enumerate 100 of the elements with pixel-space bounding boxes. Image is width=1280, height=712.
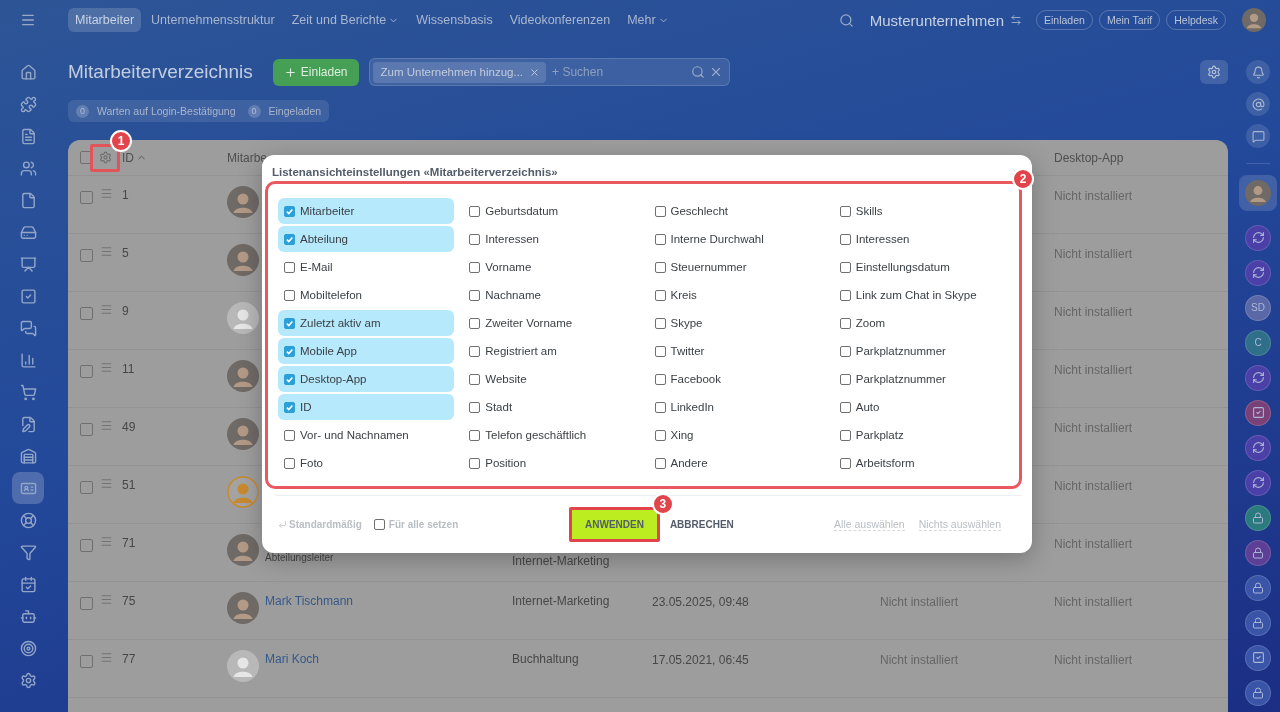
column-option[interactable]: Mitarbeiter bbox=[278, 198, 454, 224]
circular-arrows-icon[interactable] bbox=[1245, 434, 1271, 461]
checkbox[interactable] bbox=[654, 457, 666, 469]
apply-button[interactable]: ANWENDEN bbox=[569, 507, 660, 542]
checkbox[interactable] bbox=[654, 261, 666, 273]
column-option[interactable]: Parkplatz bbox=[833, 422, 1010, 448]
column-option[interactable]: Skype bbox=[648, 310, 825, 336]
lock-icon[interactable] bbox=[1245, 504, 1271, 531]
checkbox[interactable] bbox=[654, 289, 666, 301]
column-option[interactable]: E-Mail bbox=[278, 254, 454, 280]
checkbox[interactable] bbox=[654, 317, 666, 329]
checkbox[interactable] bbox=[469, 457, 481, 469]
checkbox[interactable] bbox=[284, 261, 295, 273]
circular-arrows-icon[interactable] bbox=[1245, 469, 1271, 496]
column-option[interactable]: Abteilung bbox=[278, 226, 454, 252]
menu-icon[interactable] bbox=[20, 12, 36, 28]
checkbox[interactable] bbox=[80, 249, 93, 262]
column-option[interactable]: Zuletzt aktiv am bbox=[278, 310, 454, 336]
checkbox[interactable] bbox=[80, 151, 93, 164]
checkbox[interactable] bbox=[284, 401, 295, 413]
checkbox[interactable] bbox=[839, 401, 851, 413]
checkbox[interactable] bbox=[839, 457, 851, 469]
checkbox[interactable] bbox=[284, 345, 295, 357]
nav-tab[interactable]: Videokonferenzen bbox=[502, 8, 618, 32]
checkbox[interactable] bbox=[284, 233, 295, 245]
column-option[interactable]: Arbeitsform bbox=[833, 450, 1010, 476]
checkbox[interactable] bbox=[654, 373, 666, 385]
company-name[interactable]: Musterunternehmen bbox=[869, 11, 1004, 29]
column-option[interactable]: Mobiltelefon bbox=[278, 282, 454, 308]
lock-icon[interactable] bbox=[1245, 609, 1271, 636]
column-option[interactable]: Geburtsdatum bbox=[463, 198, 640, 224]
checkbox[interactable] bbox=[469, 317, 481, 329]
search-icon[interactable] bbox=[690, 65, 705, 79]
checkbox[interactable] bbox=[284, 429, 295, 441]
checkbox[interactable] bbox=[654, 233, 666, 245]
checkbox[interactable] bbox=[839, 261, 851, 273]
lock-icon[interactable] bbox=[1245, 679, 1271, 706]
checkbox[interactable] bbox=[469, 345, 481, 357]
column-option[interactable]: Auto bbox=[833, 394, 1010, 420]
column-option[interactable]: Kreis bbox=[648, 282, 825, 308]
checkbox[interactable] bbox=[839, 205, 851, 217]
column-option[interactable]: Vor- und Nachnamen bbox=[278, 422, 454, 448]
column-option[interactable]: Steuernummer bbox=[648, 254, 825, 280]
column-option[interactable]: Skills bbox=[833, 198, 1010, 224]
close-icon[interactable] bbox=[529, 66, 541, 78]
checkbox[interactable] bbox=[284, 205, 295, 217]
checkbox[interactable] bbox=[469, 373, 481, 385]
checkbox[interactable] bbox=[80, 191, 93, 204]
checkbox[interactable] bbox=[839, 429, 851, 441]
column-option[interactable]: Zweiter Vorname bbox=[463, 310, 640, 336]
chat-avatar-button[interactable] bbox=[1239, 175, 1277, 211]
checkbox[interactable] bbox=[80, 539, 93, 552]
column-option[interactable]: Vorname bbox=[463, 254, 640, 280]
nav-tab[interactable]: Wissensbasis bbox=[409, 8, 500, 32]
checkbox[interactable] bbox=[80, 365, 93, 378]
checkbox[interactable] bbox=[80, 481, 93, 494]
column-option[interactable]: Stadt bbox=[463, 394, 640, 420]
checkbox[interactable] bbox=[469, 429, 481, 441]
nav-tab[interactable]: Mehr bbox=[620, 8, 676, 32]
checkbox[interactable] bbox=[839, 373, 851, 385]
checkbox[interactable] bbox=[469, 233, 481, 245]
column-option[interactable]: Zoom bbox=[833, 310, 1010, 336]
column-option[interactable]: Link zum Chat in Skype bbox=[833, 282, 1010, 308]
column-option[interactable]: Parkplatznummer bbox=[833, 338, 1010, 364]
column-option[interactable]: Parkplatznummer bbox=[833, 366, 1010, 392]
checkbox[interactable] bbox=[284, 457, 295, 469]
checkbox[interactable] bbox=[373, 519, 385, 530]
column-option[interactable]: Interessen bbox=[463, 226, 640, 252]
checkbox[interactable] bbox=[469, 205, 481, 217]
column-option[interactable]: Interne Durchwahl bbox=[648, 226, 825, 252]
column-option[interactable]: Mobile App bbox=[278, 338, 454, 364]
checkbox[interactable] bbox=[839, 289, 851, 301]
checkbox[interactable] bbox=[80, 597, 93, 610]
lock-icon[interactable] bbox=[1245, 539, 1271, 566]
nav-tab[interactable]: Unternehmensstruktur bbox=[144, 8, 282, 32]
column-option[interactable]: Xing bbox=[648, 422, 825, 448]
lock-icon[interactable] bbox=[1245, 574, 1271, 601]
column-option[interactable]: Foto bbox=[278, 450, 454, 476]
checkbox[interactable] bbox=[284, 373, 295, 385]
circular-arrows-icon[interactable] bbox=[1245, 364, 1271, 391]
checkbox[interactable] bbox=[839, 233, 851, 245]
circular-arrows-icon[interactable] bbox=[1245, 259, 1271, 286]
settings-button[interactable] bbox=[1200, 60, 1228, 84]
checkbox[interactable] bbox=[654, 429, 666, 441]
checkbox[interactable] bbox=[654, 401, 666, 413]
column-option[interactable]: LinkedIn bbox=[648, 394, 825, 420]
column-option[interactable]: ID bbox=[278, 394, 454, 420]
column-option[interactable]: Geschlecht bbox=[648, 198, 825, 224]
column-option[interactable]: Telefon geschäftlich bbox=[463, 422, 640, 448]
column-option[interactable]: Twitter bbox=[648, 338, 825, 364]
checkbox[interactable] bbox=[80, 655, 93, 668]
checkbox[interactable] bbox=[80, 423, 93, 436]
column-option[interactable]: Position bbox=[463, 450, 640, 476]
contact-card-icon[interactable] bbox=[12, 472, 44, 504]
checkbox[interactable] bbox=[469, 401, 481, 413]
checkbox[interactable] bbox=[654, 205, 666, 217]
checkbox[interactable] bbox=[839, 345, 851, 357]
checkbox[interactable] bbox=[654, 345, 666, 357]
column-option[interactable]: Interessen bbox=[833, 226, 1010, 252]
checkbox[interactable] bbox=[80, 307, 93, 320]
